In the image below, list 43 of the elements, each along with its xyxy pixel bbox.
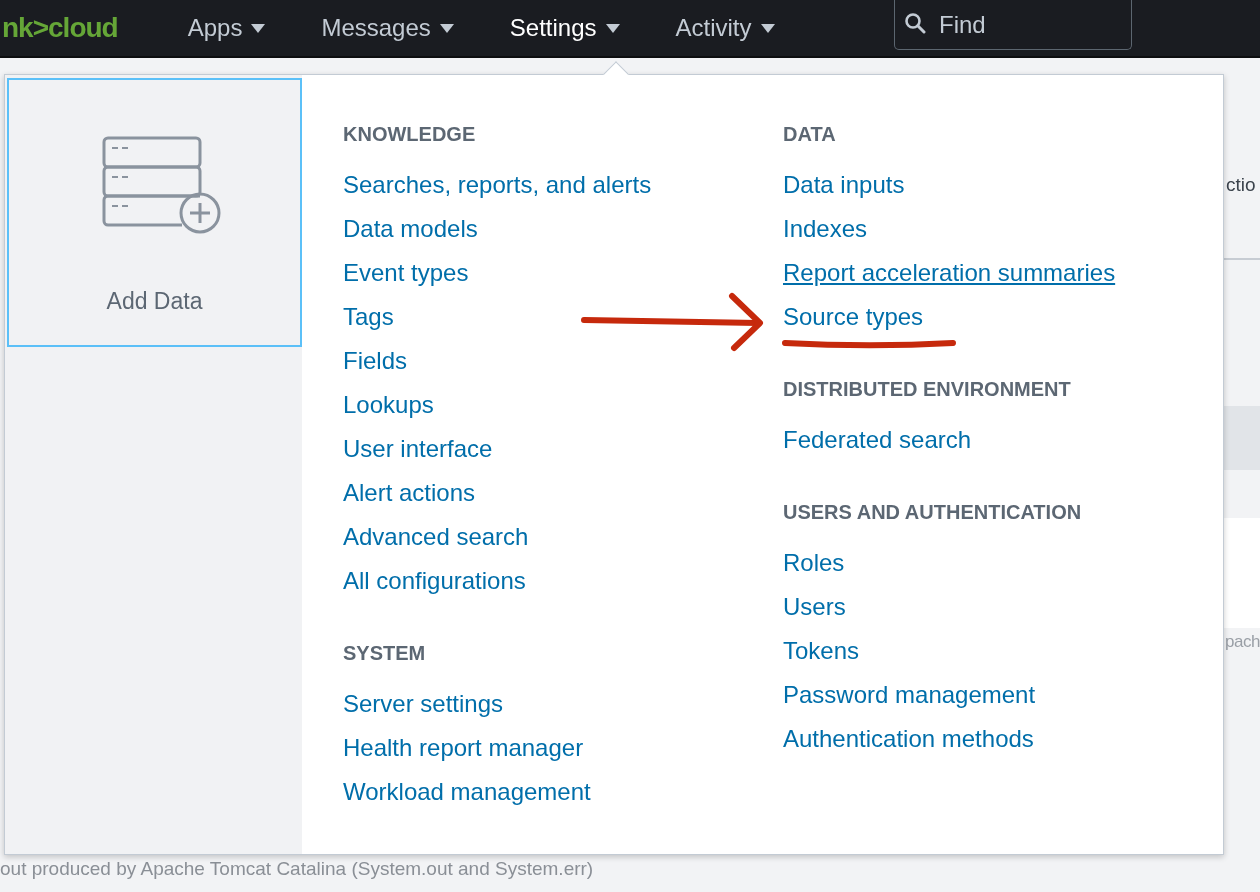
logo[interactable]: nk>cloud	[2, 12, 118, 44]
menu-link[interactable]: Password management	[783, 673, 1036, 717]
menu-link[interactable]: Event types	[343, 251, 469, 295]
menu-link[interactable]: Searches, reports, and alerts	[343, 163, 652, 207]
menu-link[interactable]: Server settings	[343, 682, 504, 726]
menu-link[interactable]: Users	[783, 585, 846, 629]
section-heading: DATA	[783, 122, 836, 147]
menu-link[interactable]: All configurations	[343, 559, 526, 603]
menu-link[interactable]: Alert actions	[343, 471, 476, 515]
menu-link[interactable]: Workload management	[343, 770, 591, 814]
nav-menu-item[interactable]: Settings	[509, 14, 597, 42]
menu-link[interactable]: Roles	[783, 541, 845, 585]
section-heading: USERS AND AUTHENTICATION	[783, 500, 1082, 525]
menu-link[interactable]: User interface	[343, 427, 493, 471]
menu-link[interactable]: Source types	[783, 295, 924, 339]
partial-text: ctio	[1226, 174, 1256, 196]
nav-menu-item[interactable]: Activity	[675, 14, 752, 42]
menu-link[interactable]: Indexes	[783, 207, 868, 251]
partial-text: pach	[1225, 632, 1260, 652]
nav-menu-item[interactable]: Messages	[321, 14, 431, 42]
menu-link[interactable]: Data inputs	[783, 163, 905, 207]
menu-link[interactable]: Tokens	[783, 629, 860, 673]
menu-link[interactable]: Report acceleration summaries	[783, 251, 1116, 295]
search-field[interactable]: Find	[894, 0, 1132, 50]
menu-link[interactable]: Lookups	[343, 383, 434, 427]
section-heading: DISTRIBUTED ENVIRONMENT	[783, 377, 1071, 402]
caret-icon	[760, 23, 775, 33]
menu-link[interactable]: Federated search	[783, 418, 972, 462]
menu-link[interactable]: Tags	[343, 295, 394, 339]
search-icon	[904, 12, 926, 34]
menu-link[interactable]: Advanced search	[343, 515, 529, 559]
section-heading: SYSTEM	[343, 641, 426, 666]
menu-link[interactable]: Authentication methods	[783, 717, 1034, 761]
add-data-tile[interactable]: Add Data	[7, 78, 302, 347]
section-heading: KNOWLEDGE	[343, 122, 476, 147]
menu-link[interactable]: Fields	[343, 339, 408, 383]
footer-text: out produced by Apache Tomcat Catalina (System.out and System.err)	[0, 858, 594, 880]
nav-menu-item[interactable]: Apps	[187, 14, 243, 42]
caret-icon	[251, 23, 266, 33]
caret-icon	[439, 23, 454, 33]
menu-link[interactable]: Data models	[343, 207, 478, 251]
caret-icon	[605, 23, 620, 33]
menu-link[interactable]: Health report manager	[343, 726, 584, 770]
